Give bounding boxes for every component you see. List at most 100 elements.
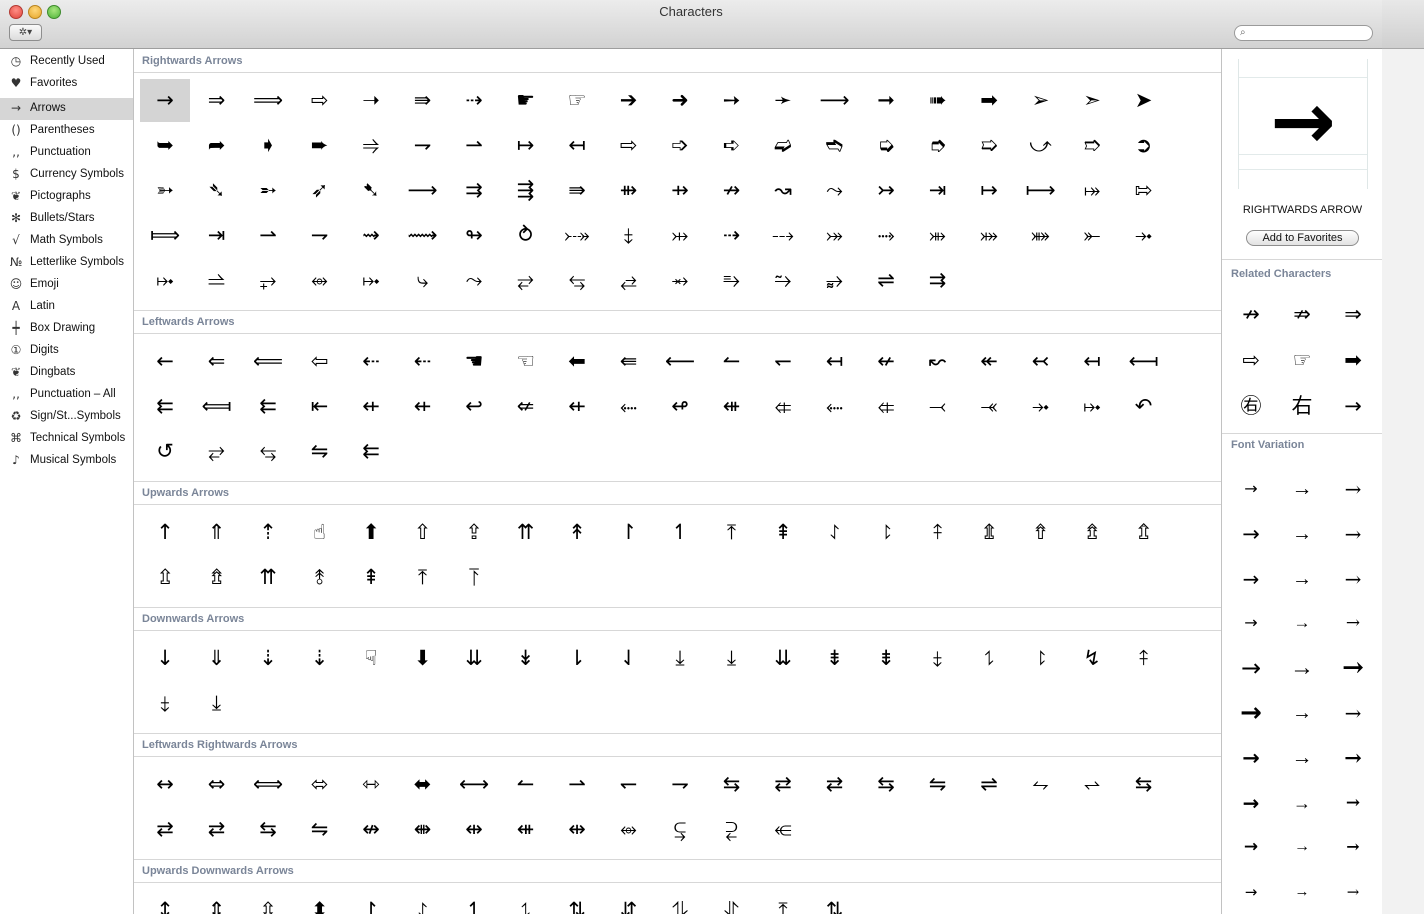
character-cell[interactable]: ⇛ (398, 79, 448, 122)
related-character[interactable]: ⇒ (1328, 292, 1378, 336)
character-cell[interactable]: ➥ (140, 124, 190, 167)
character-cell[interactable]: ⇯ (1067, 511, 1117, 554)
character-cell[interactable]: ⇪ (449, 511, 499, 554)
character-cell[interactable]: ⟷ (449, 763, 499, 806)
sidebar-item[interactable]: ☺ Emoji (0, 274, 133, 296)
character-cell[interactable]: ⤳ (449, 259, 499, 302)
character-cell[interactable]: ⇷ (346, 385, 396, 428)
character-cell[interactable]: ⥈ (604, 808, 654, 851)
sidebar-item[interactable]: ♪ Musical Symbols (0, 450, 133, 472)
character-cell[interactable]: ↮ (346, 808, 396, 851)
related-character[interactable]: ↛ (1226, 292, 1276, 336)
related-character[interactable]: 右 (1277, 384, 1327, 428)
character-cell[interactable]: ⤷ (398, 259, 448, 302)
character-cell[interactable]: ↾ (604, 511, 654, 554)
character-cell[interactable]: ⤙ (913, 385, 963, 428)
character-cell[interactable]: ⇅ (552, 889, 602, 914)
add-to-favorites-button[interactable]: Add to Favorites (1246, 230, 1359, 246)
character-cell[interactable]: ↩ (449, 385, 499, 428)
character-cell[interactable]: ↦ (964, 169, 1014, 212)
character-cell[interactable]: ⬸ (604, 385, 654, 428)
character-cell[interactable]: → (140, 79, 190, 122)
sidebar-item[interactable]: ♥ Favorites (0, 73, 133, 95)
character-cell[interactable]: ➭ (861, 124, 911, 167)
character-cell[interactable]: ⇡ (243, 511, 293, 554)
character-cell[interactable]: ⟿ (398, 214, 448, 257)
character-cell[interactable]: ⇝ (346, 214, 396, 257)
character-cell[interactable]: ⤖ (810, 214, 860, 257)
character-cell[interactable]: ⥇ (655, 259, 705, 302)
character-cell[interactable]: ➛ (758, 79, 808, 122)
character-cell[interactable]: ⇿ (346, 763, 396, 806)
character-cell[interactable]: ⇢ (707, 214, 757, 257)
character-cell[interactable]: ⬄ (295, 763, 345, 806)
related-character[interactable]: → (1328, 384, 1378, 428)
character-cell[interactable]: ⇒ (192, 79, 242, 122)
character-cell[interactable]: ⥏ (1016, 637, 1066, 680)
character-cell[interactable]: ↦ (501, 124, 551, 167)
character-cell[interactable]: ⇚ (604, 340, 654, 383)
character-cell[interactable]: ⟺ (243, 763, 293, 806)
sidebar-item[interactable]: √ Math Symbols (0, 230, 133, 252)
character-cell[interactable]: ➫ (758, 124, 808, 167)
character-cell[interactable]: ↛ (707, 169, 757, 212)
character-cell[interactable]: ⇞ (346, 556, 396, 599)
character-cell[interactable]: ⇭ (964, 511, 1014, 554)
character-cell[interactable]: ⤛ (964, 385, 1014, 428)
character-cell[interactable]: ↯ (1067, 637, 1117, 680)
character-cell[interactable]: ⇼ (398, 808, 448, 851)
character-cell[interactable]: ⇇ (346, 430, 396, 473)
character-cell[interactable]: ⇮ (1016, 511, 1066, 554)
font-variation-cell[interactable]: → (1226, 512, 1276, 556)
character-cell[interactable]: ⤠ (140, 259, 190, 302)
character-cell[interactable]: ← (140, 340, 190, 383)
character-cell[interactable]: ⇀ (243, 214, 293, 257)
font-variation-cell[interactable]: → (1277, 736, 1327, 780)
character-cell[interactable]: ⤉ (913, 511, 963, 554)
character-cell[interactable]: ⇹ (552, 808, 602, 851)
character-cell[interactable]: ↞ (964, 340, 1014, 383)
sidebar-item[interactable]: № Letterlike Symbols (0, 252, 133, 274)
character-cell[interactable]: ⟸ (243, 340, 293, 383)
character-cell[interactable]: ↿ (655, 511, 705, 554)
character-cell[interactable]: ⥍ (501, 889, 551, 914)
character-cell[interactable]: ➮ (913, 124, 963, 167)
character-cell[interactable]: ⤂ (861, 385, 911, 428)
character-cell[interactable]: ⇤ (295, 385, 345, 428)
character-cell[interactable]: ⇦ (295, 340, 345, 383)
character-cell[interactable]: ⤞ (1016, 385, 1066, 428)
character-cell[interactable]: ⇻ (604, 169, 654, 212)
character-cell[interactable]: ⇺ (501, 808, 551, 851)
character-cell[interactable]: ⇂ (552, 637, 602, 680)
character-cell[interactable]: ➢ (1016, 79, 1066, 122)
character-cell[interactable]: ⟻ (1119, 340, 1169, 383)
character-cell[interactable]: ⇄ (810, 763, 860, 806)
character-cell[interactable]: ⥂ (501, 259, 551, 302)
character-cell[interactable]: ↬ (449, 214, 499, 257)
character-cell[interactable]: ➝ (346, 79, 396, 122)
sidebar-item[interactable]: ✻ Bullets/Stars (0, 208, 133, 230)
character-cell[interactable]: ⟵ (655, 340, 705, 383)
character-cell[interactable]: ⇥ (913, 169, 963, 212)
character-cell[interactable]: ➤ (1119, 79, 1169, 122)
font-variation-cell[interactable]: → (1328, 557, 1378, 601)
character-cell[interactable]: ⥂ (192, 430, 242, 473)
character-cell[interactable]: ⇍ (501, 385, 551, 428)
character-cell[interactable]: ➙ (707, 79, 757, 122)
character-cell[interactable]: ⇨ (604, 124, 654, 167)
character-cell[interactable]: ⤠ (346, 259, 396, 302)
character-cell[interactable]: ➜ (655, 79, 705, 122)
character-cell[interactable]: ↜ (913, 340, 963, 383)
character-cell[interactable]: ⇁ (398, 124, 448, 167)
character-cell[interactable]: ⇄ (140, 808, 190, 851)
character-cell[interactable]: ⤘ (1016, 214, 1066, 257)
character-cell[interactable]: ⤈ (140, 682, 190, 725)
character-cell[interactable]: ⥱ (707, 259, 757, 302)
character-cell[interactable]: ☞ (552, 79, 602, 122)
character-cell[interactable]: ⥬ (192, 259, 242, 302)
character-cell[interactable]: ⇯ (192, 556, 242, 599)
character-cell[interactable]: ⇰ (1119, 169, 1169, 212)
character-cell[interactable]: ⤑ (861, 214, 911, 257)
character-cell[interactable]: ↣ (861, 169, 911, 212)
character-cell[interactable]: ↺ (140, 430, 190, 473)
